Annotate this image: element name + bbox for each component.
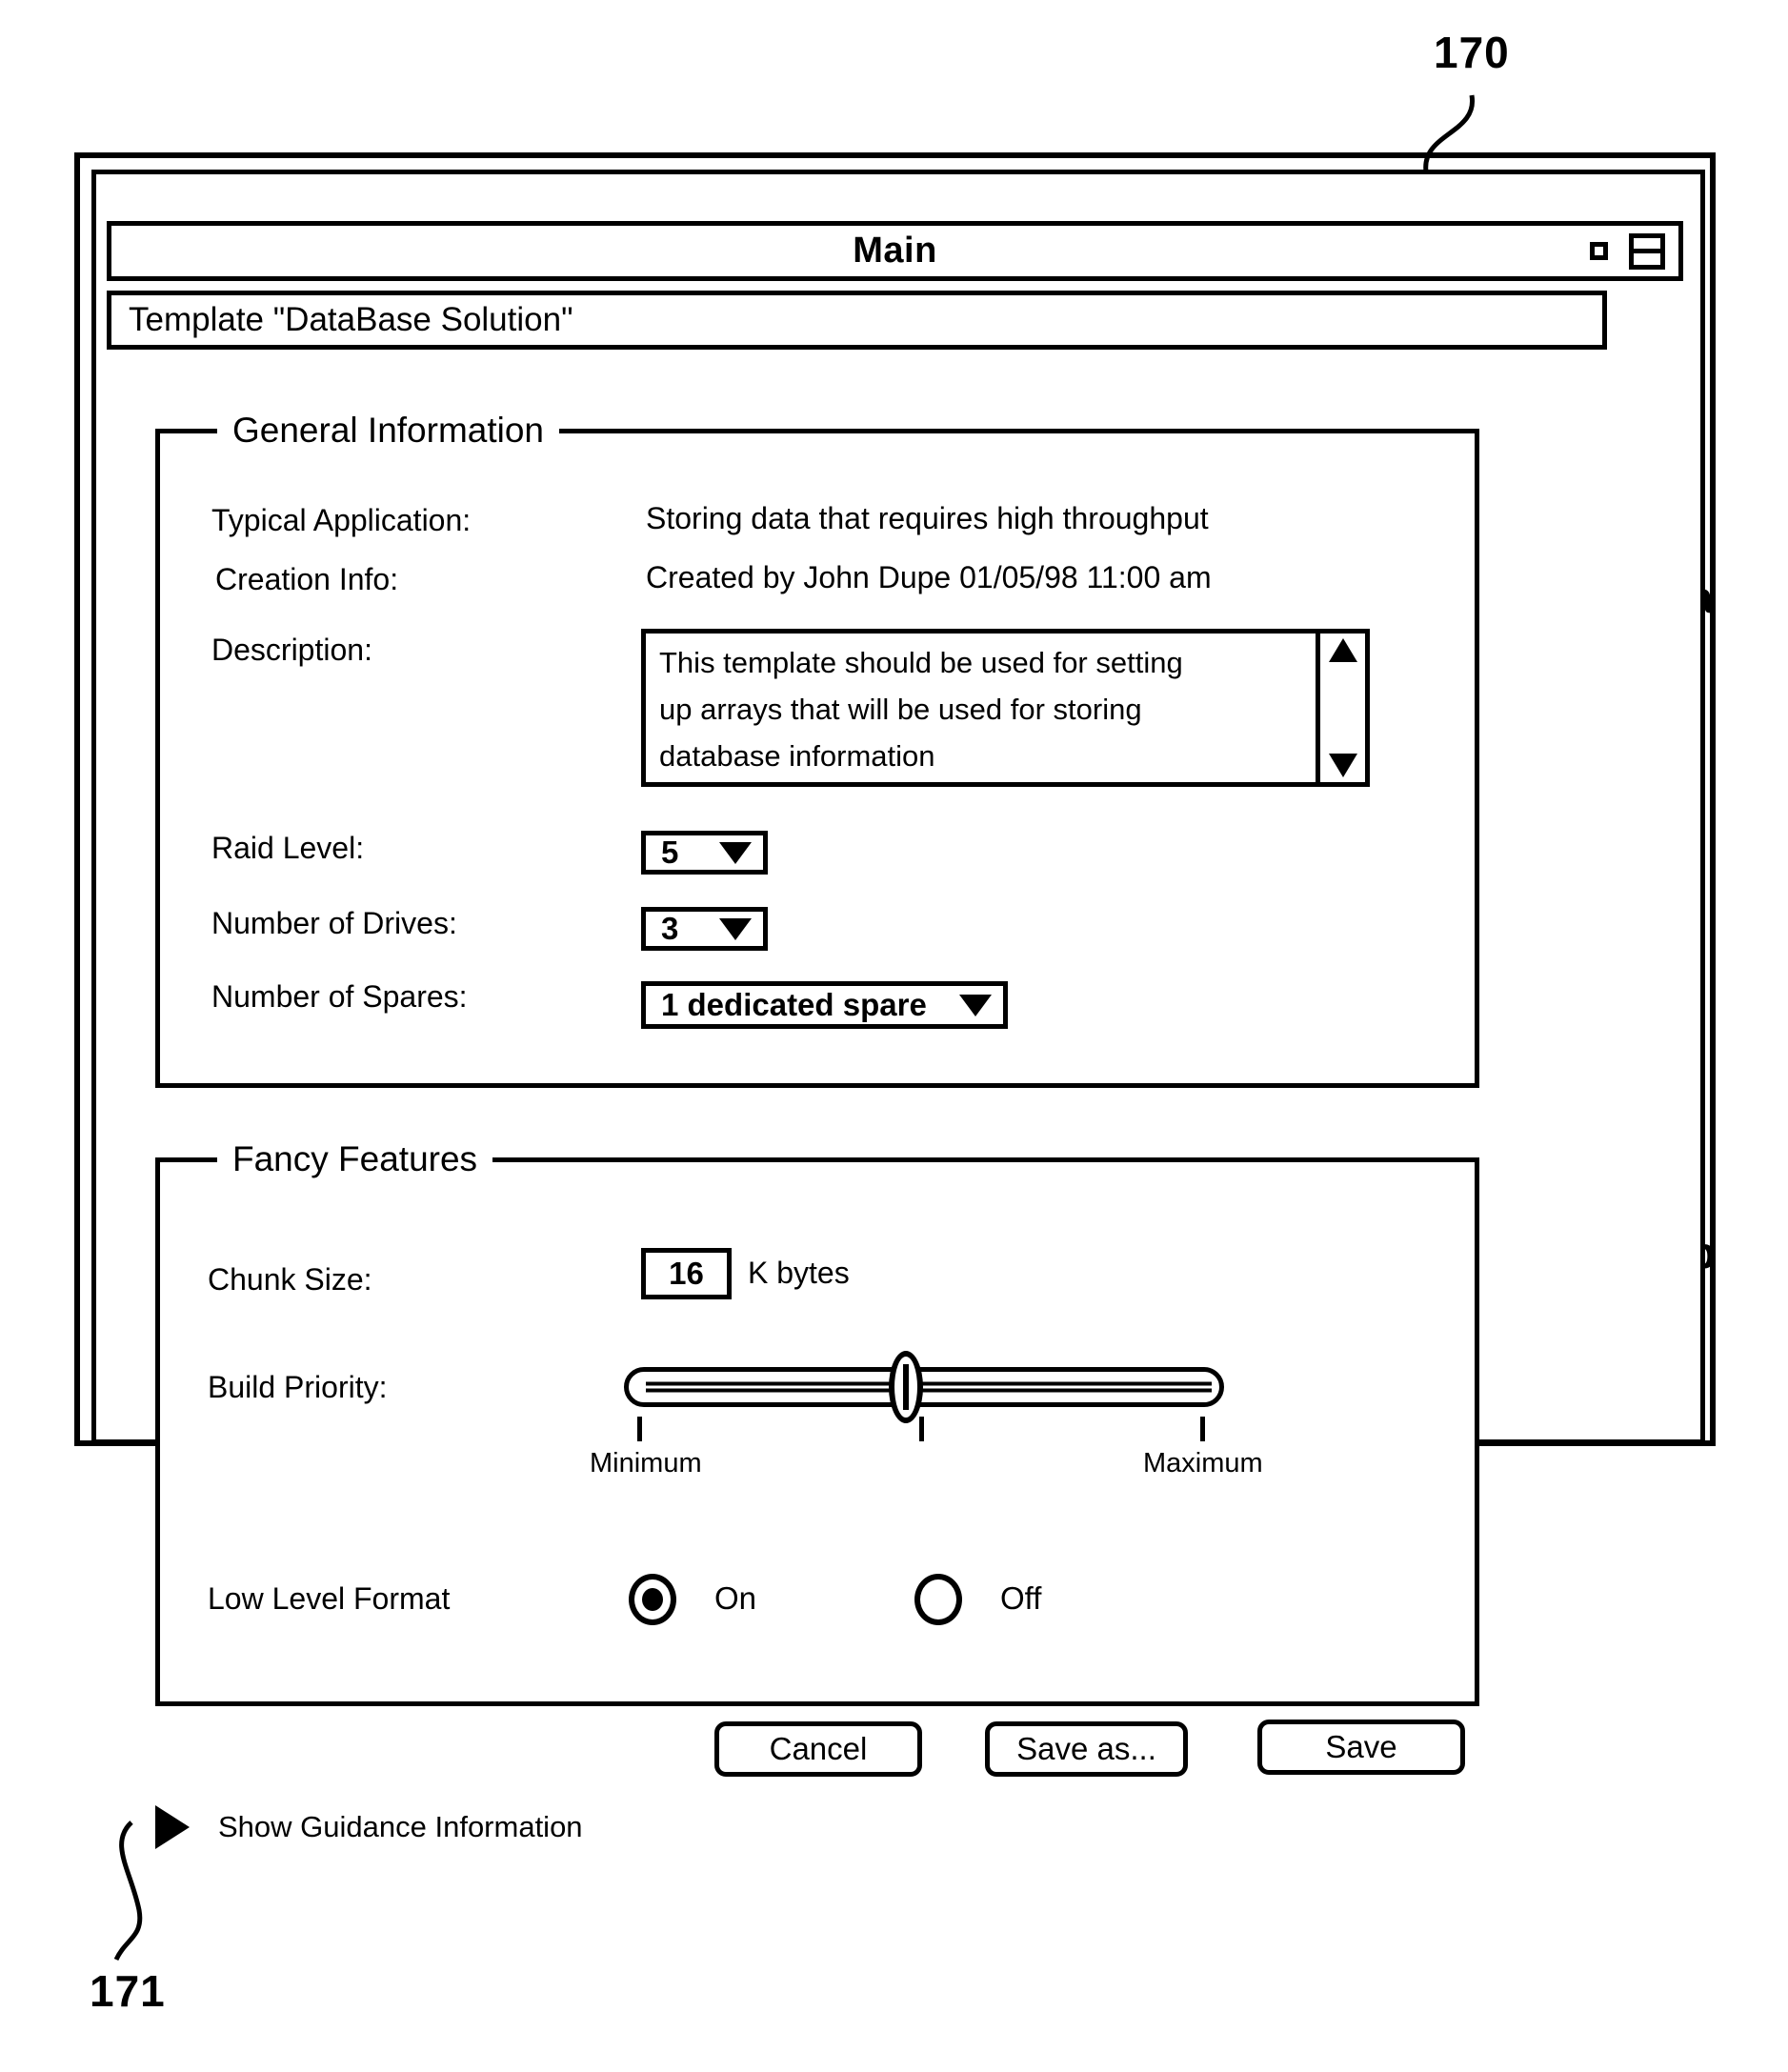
low-level-format-off-label: Off [1000, 1580, 1042, 1616]
fancy-features-legend: Fancy Features [217, 1137, 493, 1181]
low-level-format-off-radio[interactable] [914, 1574, 962, 1625]
expand-triangle-icon[interactable] [155, 1805, 190, 1849]
description-label: Description: [211, 633, 372, 667]
save-as-button[interactable]: Save as... [985, 1721, 1188, 1777]
slider-tick-max [1200, 1417, 1205, 1441]
build-priority-slider[interactable]: Minimum Maximum [590, 1351, 1263, 1479]
creation-info-value: Created by John Dupe 01/05/98 11:00 am [646, 560, 1212, 594]
number-of-drives-label: Number of Drives: [211, 906, 457, 940]
template-name-bar: Template "DataBase Solution" [107, 291, 1607, 350]
low-level-format-label: Low Level Format [208, 1581, 451, 1616]
slider-min-label: Minimum [590, 1448, 702, 1479]
slider-groove [646, 1381, 1212, 1393]
chevron-down-icon [959, 994, 992, 1016]
slider-tick-min [637, 1417, 642, 1441]
template-name-label: Template "DataBase Solution" [129, 301, 573, 338]
chunk-size-input[interactable]: 16 [641, 1248, 732, 1299]
number-of-drives-dropdown[interactable]: 3 [641, 907, 768, 951]
chevron-down-icon [719, 841, 752, 864]
number-of-spares-value: 1 dedicated spare [661, 987, 927, 1022]
cancel-button[interactable]: Cancel [714, 1721, 922, 1777]
patent-figure: 170 170a 170b 171 Main Template "DataBas… [0, 0, 1788, 2072]
show-guidance-information-label: Show Guidance Information [218, 1810, 583, 1843]
show-guidance-information-toggle[interactable]: Show Guidance Information [155, 1805, 583, 1849]
low-level-format-on-label: On [714, 1580, 757, 1616]
restore-icon[interactable] [1629, 232, 1665, 270]
typical-application-label: Typical Application: [211, 503, 472, 537]
window-title-bar: Main [107, 221, 1683, 281]
chunk-size-label: Chunk Size: [208, 1262, 372, 1297]
raid-level-label: Raid Level: [211, 831, 365, 865]
scroll-down-arrow-icon[interactable] [1328, 754, 1357, 777]
reference-numeral-171: 171 [90, 1966, 166, 2016]
slider-thumb[interactable] [889, 1351, 923, 1423]
description-scrollbar[interactable] [1316, 634, 1365, 782]
slider-track[interactable] [624, 1367, 1224, 1407]
creation-info-label: Creation Info: [215, 562, 399, 596]
chunk-size-value: 16 [669, 1256, 704, 1291]
description-textarea[interactable]: This template should be used for setting… [641, 629, 1370, 787]
radio-selected-dot [642, 1588, 663, 1611]
description-value[interactable]: This template should be used for setting… [646, 634, 1316, 782]
build-priority-label: Build Priority: [208, 1370, 388, 1404]
fancy-features-group: Fancy Features [155, 1137, 1479, 1706]
low-level-format-on-radio[interactable] [629, 1574, 676, 1625]
raid-level-dropdown[interactable]: 5 [641, 831, 768, 875]
general-information-legend: General Information [217, 409, 560, 453]
raid-level-value: 5 [661, 835, 679, 870]
number-of-drives-value: 3 [661, 911, 679, 946]
number-of-spares-dropdown[interactable]: 1 dedicated spare [641, 981, 1008, 1029]
number-of-spares-label: Number of Spares: [211, 979, 468, 1014]
window-title: Main [853, 231, 937, 271]
chevron-down-icon [719, 917, 752, 940]
minimize-icon[interactable] [1590, 242, 1608, 260]
slider-tick-mid [919, 1417, 924, 1441]
typical-application-value: Storing data that requires high throughp… [646, 501, 1209, 535]
slider-thumb-grip [903, 1364, 909, 1410]
reference-numeral-170: 170 [1434, 28, 1510, 77]
slider-max-label: Maximum [1143, 1448, 1263, 1479]
scroll-up-arrow-icon[interactable] [1328, 638, 1357, 662]
save-button[interactable]: Save [1257, 1720, 1465, 1775]
window-controls [1590, 232, 1665, 270]
chunk-size-unit: K bytes [748, 1256, 850, 1290]
